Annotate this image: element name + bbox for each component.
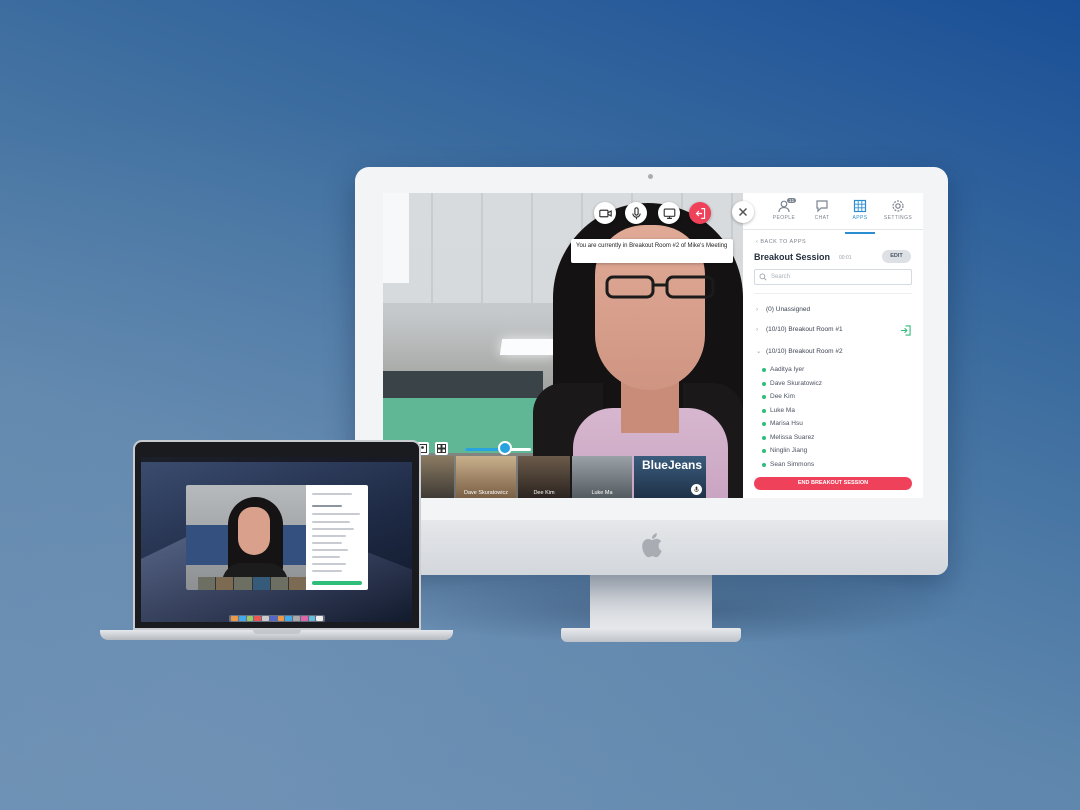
menu-bar: [141, 457, 412, 462]
video-camera-button[interactable]: [594, 202, 616, 224]
participant-name: Dave Skuratowicz: [463, 490, 509, 496]
search-placeholder: Search: [771, 274, 791, 280]
page-title: Breakout Session: [754, 252, 831, 262]
end-breakout-session-button[interactable]: END BREAKOUT SESSION: [754, 477, 912, 490]
chevron-right-icon: ›: [756, 326, 759, 333]
microphone-button[interactable]: [625, 202, 647, 224]
participant-name: Dee Kim: [533, 490, 555, 496]
participant-tile[interactable]: BlueJeans: [634, 456, 706, 498]
mini-sidebar: [306, 485, 368, 590]
glasses: [605, 275, 715, 299]
room-unassigned[interactable]: › (0) Unassigned: [756, 306, 810, 313]
participant-tile[interactable]: Dee Kim: [518, 456, 570, 498]
participant-name: Luke Ma: [591, 490, 613, 496]
tab-settings[interactable]: SETTINGS: [881, 199, 915, 229]
participant-tile[interactable]: Dave Skuratowicz: [456, 456, 516, 498]
slider-handle[interactable]: [498, 441, 512, 455]
screen-share-button[interactable]: [658, 202, 680, 224]
leave-breakout-button[interactable]: [689, 202, 711, 224]
tab-chat[interactable]: CHAT: [805, 199, 839, 229]
bluejeans-logo: BlueJeans: [641, 458, 702, 472]
macbook-notch: [253, 630, 301, 634]
join-room-icon[interactable]: [900, 325, 911, 336]
list-item[interactable]: Aaditya Iyer: [761, 366, 804, 373]
search-input[interactable]: Search: [754, 269, 912, 285]
main-video: You are currently in Breakout Room #2 of…: [383, 193, 743, 498]
microphone-icon: [631, 206, 641, 219]
apps-grid-icon: [853, 199, 867, 213]
gallery-view-icon[interactable]: [435, 442, 448, 455]
close-button[interactable]: [732, 201, 754, 223]
dock: [229, 615, 325, 622]
screen-share-icon: [663, 207, 675, 219]
list-item[interactable]: Dee Kim: [762, 393, 795, 400]
tab-apps[interactable]: APPS: [843, 199, 877, 234]
app-window-thumbnail: [186, 485, 368, 590]
list-item[interactable]: Sean Simmons: [761, 461, 814, 468]
breakout-room-tooltip: You are currently in Breakout Room #2 of…: [571, 239, 733, 263]
room-breakout-2[interactable]: ⌄ (10/10) Breakout Room #2: [756, 347, 843, 355]
chevron-right-icon: ›: [756, 306, 759, 313]
back-to-apps-link[interactable]: ‹ BACK TO APPS: [756, 239, 806, 245]
gear-icon: [892, 200, 904, 212]
edit-button[interactable]: EDIT: [882, 250, 911, 263]
apple-logo-icon: [642, 533, 662, 558]
macbook-screen: [141, 457, 412, 622]
imac-stand-neck: [590, 575, 712, 630]
chat-icon: [816, 200, 828, 213]
participant-tile[interactable]: Luke Ma: [572, 456, 632, 498]
sidebar-tabs: 11 PEOPLE CHAT APPS SETTINGS: [743, 198, 923, 234]
close-icon: [738, 207, 748, 217]
session-timer: 00:01: [839, 255, 852, 261]
list-item[interactable]: Dave Skuratowicz: [761, 380, 822, 387]
leave-icon: [695, 207, 705, 219]
list-item[interactable]: Melissa Suarez: [761, 434, 814, 441]
video-camera-icon: [598, 209, 612, 217]
imac-camera: [648, 174, 653, 179]
microphone-icon: [691, 484, 702, 495]
list-item[interactable]: Ninglin Jiang: [761, 447, 807, 454]
imac-screen: You are currently in Breakout Room #2 of…: [383, 193, 923, 498]
list-item[interactable]: Marisa Hsu: [762, 420, 803, 427]
people-count-badge: 11: [787, 198, 797, 203]
imac-stand-foot: [561, 628, 741, 642]
mini-filmstrip: [198, 577, 307, 590]
participant-filmstrip: Dave Skuratowicz Dee Kim Luke Ma BlueJea…: [420, 456, 730, 498]
chevron-down-icon: ⌄: [756, 348, 762, 355]
list-item[interactable]: Luke Ma: [762, 407, 795, 414]
tab-people[interactable]: 11 PEOPLE: [767, 198, 801, 229]
participant-tile[interactable]: [420, 456, 454, 498]
search-icon: [759, 273, 767, 281]
breakout-sidebar: 11 PEOPLE CHAT APPS SETTINGS ‹ BACK TO A…: [743, 193, 923, 498]
room-breakout-1[interactable]: › (10/10) Breakout Room #1: [756, 326, 843, 333]
mini-end-button: [312, 581, 362, 585]
